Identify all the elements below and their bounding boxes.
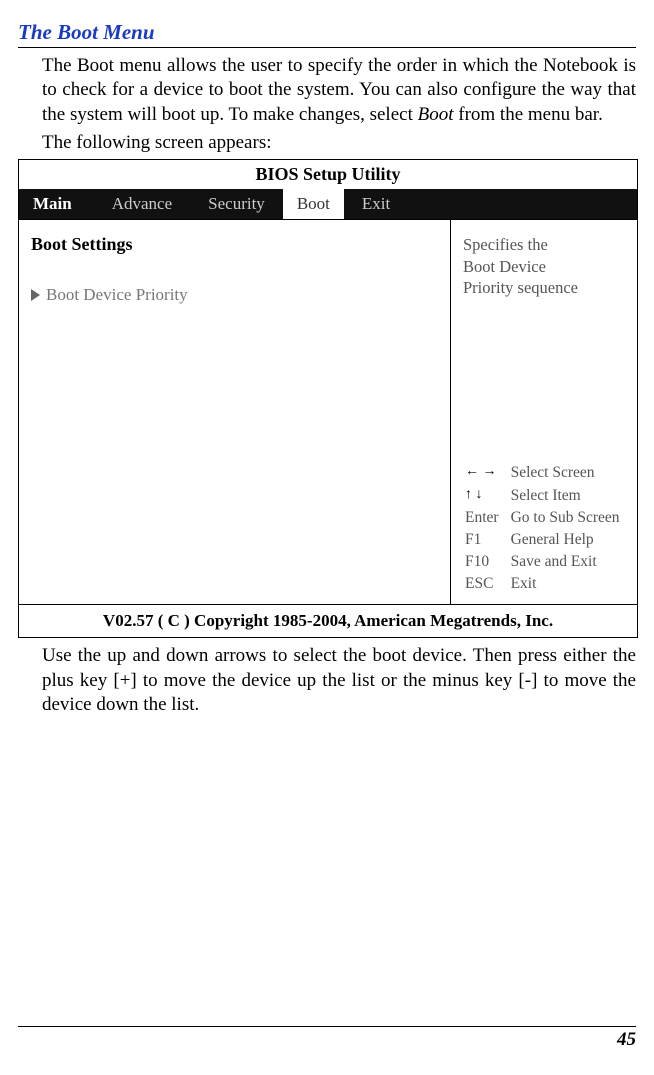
help-line-2: Boot Device [463, 256, 625, 277]
page-footer: 45 [18, 1026, 636, 1051]
paragraph-1: The Boot menu allows the user to specify… [42, 54, 636, 127]
boot-settings-heading: Boot Settings [31, 234, 438, 255]
bios-body: Boot Settings Boot Device Priority Speci… [19, 219, 637, 604]
key-ud-label: Select Item [511, 486, 630, 506]
bios-menu-bar: Main Advance Security Boot Exit [19, 189, 637, 219]
bios-left-pane: Boot Settings Boot Device Priority [19, 220, 451, 604]
section-title: The Boot Menu [18, 20, 636, 48]
bios-title: BIOS Setup Utility [19, 160, 637, 189]
key-esc: ESC [465, 574, 509, 594]
help-line-1: Specifies the [463, 234, 625, 255]
paragraph-3: Use the up and down arrows to select the… [42, 644, 636, 717]
help-line-3: Priority sequence [463, 277, 625, 298]
key-lr-arrows-icon: ← → [465, 463, 509, 483]
tab-exit[interactable]: Exit [344, 189, 408, 219]
boot-device-priority-label: Boot Device Priority [46, 285, 188, 305]
key-enter-label: Go to Sub Screen [511, 508, 630, 528]
key-ud-arrows-icon: ↑ ↓ [465, 486, 509, 506]
tab-security[interactable]: Security [190, 189, 283, 219]
para1-c: from the menu bar. [454, 104, 603, 125]
key-lr-label: Select Screen [511, 463, 630, 483]
key-legend: ← →Select Screen ↑ ↓Select Item EnterGo … [463, 461, 625, 596]
key-f1-label: General Help [511, 530, 630, 550]
para1-italic: Boot [418, 104, 454, 125]
key-f1: F1 [465, 530, 509, 550]
submenu-triangle-icon [31, 289, 40, 301]
tab-boot[interactable]: Boot [283, 189, 344, 219]
bios-copyright-footer: V02.57 ( C ) Copyright 1985-2004, Americ… [19, 604, 637, 637]
key-f10: F10 [465, 552, 509, 572]
page-number: 45 [617, 1029, 636, 1050]
key-esc-label: Exit [511, 574, 630, 594]
context-help-text: Specifies the Boot Device Priority seque… [463, 234, 625, 298]
key-enter: Enter [465, 508, 509, 528]
bios-screenshot: BIOS Setup Utility Main Advance Security… [18, 159, 638, 638]
paragraph-2: The following screen appears: [42, 131, 636, 155]
tab-advance[interactable]: Advance [94, 189, 190, 219]
bios-right-pane: Specifies the Boot Device Priority seque… [451, 220, 637, 604]
boot-device-priority-item[interactable]: Boot Device Priority [31, 285, 438, 305]
key-f10-label: Save and Exit [511, 552, 630, 572]
tab-main[interactable]: Main [19, 189, 94, 219]
